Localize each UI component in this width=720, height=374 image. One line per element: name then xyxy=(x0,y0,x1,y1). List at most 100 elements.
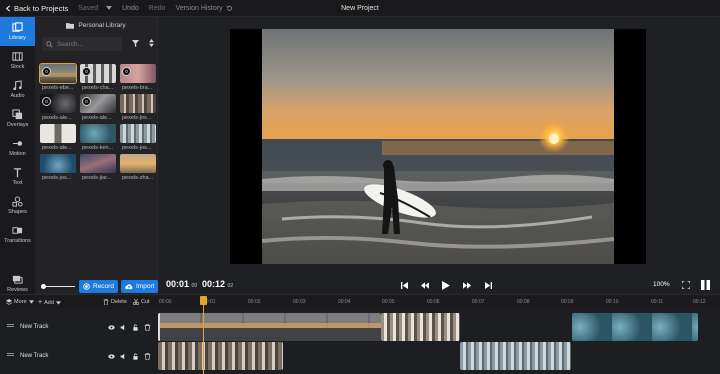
media-item[interactable]: pexels-jos... xyxy=(120,94,156,121)
media-item[interactable]: 0 pexels-bra... xyxy=(120,64,156,91)
drag-handle-icon[interactable] xyxy=(7,324,14,325)
nav-motion[interactable]: Motion xyxy=(0,133,35,162)
timeline-tracks: New Track New Track xyxy=(0,309,720,374)
nav-library[interactable]: Library xyxy=(0,17,35,46)
media-badge: 0 xyxy=(82,97,91,106)
media-item[interactable]: 0 pexels-ale... xyxy=(80,94,116,121)
panel-layout-icon[interactable] xyxy=(700,280,710,290)
lock-icon[interactable] xyxy=(132,324,139,331)
add-button[interactable]: + Add xyxy=(38,299,61,306)
ruler-tick: 00:02 xyxy=(248,299,261,305)
fast-forward-icon[interactable] xyxy=(462,280,472,290)
version-history-label: Version History xyxy=(175,4,223,12)
nav-shapes[interactable]: Shapes xyxy=(0,191,35,220)
media-label: pexels-ale... xyxy=(82,115,112,121)
record-label: Record xyxy=(93,283,114,290)
eye-icon[interactable] xyxy=(108,353,115,360)
timeline-clip[interactable] xyxy=(158,342,283,370)
sort-icon[interactable] xyxy=(149,39,154,49)
skip-to-start-icon[interactable] xyxy=(399,280,409,290)
media-item[interactable]: pexels-jos... xyxy=(40,154,76,181)
caret-down-icon xyxy=(55,300,61,305)
timeline-clip[interactable] xyxy=(460,342,571,370)
fullscreen-icon[interactable] xyxy=(681,280,691,290)
cut-button[interactable]: Cut xyxy=(133,299,150,305)
current-time: 00:01 00 xyxy=(166,279,197,289)
record-button[interactable]: Record xyxy=(79,280,118,293)
trash-icon xyxy=(103,299,109,305)
undo-button[interactable]: Undo xyxy=(122,5,139,12)
nav-audio[interactable]: Audio xyxy=(0,75,35,104)
music-icon xyxy=(13,80,22,91)
overlays-icon xyxy=(12,109,23,120)
media-item[interactable]: pexels-jiar... xyxy=(80,154,116,181)
media-label: pexels-jos... xyxy=(122,145,152,151)
thumbnail-size-slider[interactable] xyxy=(41,284,75,289)
redo-button[interactable]: Redo xyxy=(149,5,166,12)
project-title[interactable]: New Project xyxy=(341,5,379,12)
media-item[interactable]: pexels-jos... xyxy=(120,124,156,151)
speaker-icon[interactable] xyxy=(120,324,127,331)
timeline-clip[interactable] xyxy=(572,313,698,341)
media-badge: 0 xyxy=(82,67,91,76)
media-badge: 0 xyxy=(42,97,51,106)
media-item[interactable]: 0 pexels-ale... xyxy=(40,94,76,121)
slider-knob[interactable] xyxy=(41,284,46,289)
media-item[interactable]: 0 pexels-ebe... xyxy=(39,63,77,91)
eye-icon[interactable] xyxy=(108,324,115,331)
track-header: New Track xyxy=(0,341,158,371)
ruler-tick: 00:12 xyxy=(693,299,706,305)
skip-to-end-icon[interactable] xyxy=(483,280,493,290)
more-button[interactable]: More xyxy=(6,299,34,305)
scissors-icon xyxy=(133,299,139,305)
nav-text[interactable]: Text xyxy=(0,162,35,191)
play-icon[interactable] xyxy=(441,280,451,290)
add-label: Add xyxy=(44,299,54,306)
media-label: pexels-jos... xyxy=(122,115,152,121)
media-label: pexels-bra... xyxy=(122,85,153,91)
media-item[interactable]: pexels-zha... xyxy=(120,154,156,181)
playhead-handle[interactable] xyxy=(200,296,207,305)
timeline-clip[interactable] xyxy=(158,313,381,341)
nav-reviews-label: Reviews xyxy=(7,287,28,293)
back-to-projects-button[interactable]: Back to Projects xyxy=(0,4,68,13)
track-header: New Track xyxy=(0,312,158,342)
delete-button[interactable]: Delete xyxy=(103,299,127,305)
more-label: More xyxy=(14,299,27,305)
track-name[interactable]: New Track xyxy=(20,324,48,330)
media-item[interactable]: pexels-ale... xyxy=(40,124,76,151)
search-icon xyxy=(46,40,53,48)
timeline-clip[interactable] xyxy=(381,313,460,341)
lock-icon[interactable] xyxy=(132,353,139,360)
trash-icon[interactable] xyxy=(144,323,151,331)
video-canvas[interactable] xyxy=(230,29,646,264)
history-icon xyxy=(225,5,232,11)
media-label: pexels-zha... xyxy=(122,175,154,181)
nav-stock[interactable]: Stock xyxy=(0,46,35,75)
track-name[interactable]: New Track xyxy=(20,353,48,359)
rewind-icon[interactable] xyxy=(420,280,430,290)
surfer-sunset-image xyxy=(262,29,614,264)
version-history-button[interactable]: Version History xyxy=(176,5,233,12)
media-label: pexels-ken... xyxy=(82,145,114,151)
filter-icon[interactable] xyxy=(132,39,139,49)
playhead[interactable] xyxy=(200,296,207,374)
caret-down-icon xyxy=(28,300,34,304)
layers-icon xyxy=(6,299,12,305)
top-bar: Back to Projects Saved Undo Redo Version… xyxy=(0,0,720,17)
search-input[interactable]: Search... xyxy=(42,37,122,51)
trash-icon[interactable] xyxy=(144,352,151,360)
library-icon xyxy=(12,22,23,32)
speaker-icon[interactable] xyxy=(120,353,127,360)
preview-frame xyxy=(262,29,614,264)
import-button[interactable]: Import xyxy=(121,280,159,293)
timeline-ruler[interactable]: 00:00 00:01 00:02 00:03 00:04 00:05 00:0… xyxy=(158,295,720,310)
media-item[interactable]: pexels-ken... xyxy=(80,124,116,151)
nav-motion-label: Motion xyxy=(9,151,26,157)
save-dropdown-icon[interactable] xyxy=(106,5,113,12)
zoom-level[interactable]: 100% xyxy=(653,281,670,288)
nav-overlays[interactable]: Overlays xyxy=(0,104,35,133)
media-item[interactable]: 0 pexels-cha... xyxy=(80,64,116,91)
nav-transitions[interactable]: Transitions xyxy=(0,220,35,249)
drag-handle-icon[interactable] xyxy=(7,353,14,354)
